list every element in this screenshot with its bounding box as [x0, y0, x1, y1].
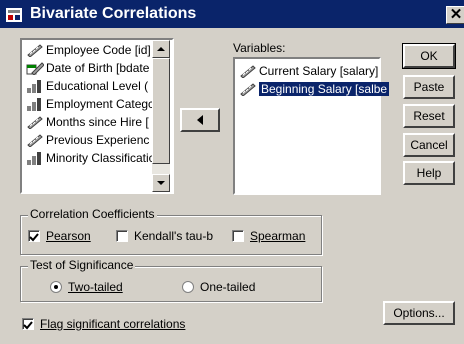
scale-icon [27, 134, 43, 147]
bivariate-correlations-dialog: Bivariate Correlations ✕ Employee Code [… [0, 0, 464, 344]
options-button[interactable]: Options... [383, 301, 455, 325]
variables-label: Variables: [233, 41, 286, 55]
scroll-down-button[interactable] [152, 174, 170, 192]
one-tailed-radio[interactable] [182, 281, 194, 293]
title-bar[interactable]: Bivariate Correlations [0, 0, 464, 28]
scroll-up-button[interactable] [152, 40, 170, 58]
scale-icon [240, 83, 256, 96]
scroll-thumb[interactable] [152, 58, 170, 164]
cancel-button[interactable]: Cancel [403, 133, 455, 157]
spearman-label[interactable]: Spearman [250, 229, 305, 243]
ordinal-icon [27, 152, 41, 165]
one-tailed-label[interactable]: One-tailed [200, 280, 255, 294]
list-item[interactable]: Previous Experienc [26, 131, 149, 149]
help-button[interactable]: Help [403, 161, 455, 185]
flag-significant-checkbox[interactable] [22, 318, 34, 330]
spearman-checkbox[interactable] [232, 230, 244, 242]
list-item[interactable]: Minority Classificatic [26, 149, 155, 167]
move-variable-button[interactable] [180, 108, 220, 132]
ordinal-icon [27, 98, 41, 111]
arrow-up-icon [157, 47, 165, 51]
pearson-label[interactable]: Pearson [46, 229, 91, 243]
ok-button[interactable]: OK [402, 43, 456, 69]
source-variable-list[interactable]: Employee Code [id] Date of Birth [bdate … [20, 38, 174, 194]
correlation-coefficients-title: Correlation Coefficients [28, 207, 157, 221]
kendall-label[interactable]: Kendall's tau-b [134, 229, 213, 243]
arrow-left-icon [197, 115, 203, 125]
date-scale-icon [26, 62, 44, 75]
scale-icon [27, 44, 43, 57]
list-item[interactable]: Educational Level ( [26, 77, 148, 95]
list-item[interactable]: Date of Birth [bdate [26, 59, 149, 77]
ordinal-icon [27, 80, 41, 93]
close-button[interactable]: ✕ [446, 6, 464, 24]
scale-icon [27, 116, 43, 129]
close-icon: ✕ [449, 6, 463, 23]
paste-button[interactable]: Paste [403, 75, 455, 99]
vertical-scrollbar[interactable] [152, 40, 170, 192]
test-of-significance-title: Test of Significance [28, 258, 136, 272]
checkmark-icon [29, 233, 39, 242]
list-item[interactable]: Beginning Salary [salbe [239, 80, 390, 98]
pearson-checkbox[interactable] [28, 230, 40, 242]
dialog-title: Bivariate Correlations [30, 5, 197, 22]
list-item[interactable]: Current Salary [salary] [239, 62, 378, 80]
checkmark-icon [23, 321, 33, 330]
arrow-down-icon [157, 181, 165, 185]
list-item[interactable]: Months since Hire [ [26, 113, 149, 131]
list-item[interactable]: Employment Categc [26, 95, 154, 113]
variables-list[interactable]: Current Salary [salary] Beginning Salary… [233, 57, 390, 195]
list-item[interactable]: Employee Code [id] [26, 41, 151, 59]
flag-significant-label[interactable]: Flag significant correlations [40, 317, 185, 331]
dialog-icon [6, 8, 22, 22]
radio-dot-icon [54, 285, 58, 289]
reset-button[interactable]: Reset [403, 104, 455, 128]
kendall-checkbox[interactable] [116, 230, 128, 242]
two-tailed-label[interactable]: Two-tailed [68, 280, 123, 294]
two-tailed-radio[interactable] [50, 281, 62, 293]
scale-icon [240, 65, 256, 78]
